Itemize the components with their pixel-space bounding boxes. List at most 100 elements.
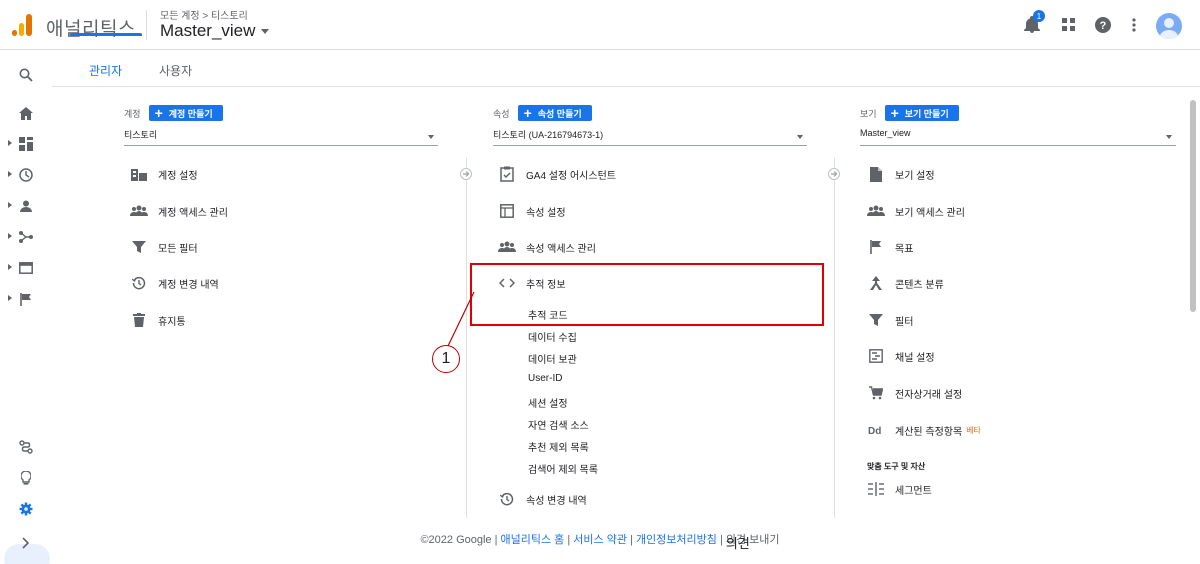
notifications-bell-icon[interactable]: 1 xyxy=(1022,10,1045,35)
checklist-icon xyxy=(498,165,516,183)
property-settings-item[interactable]: 속성 설정 xyxy=(498,200,566,222)
view-selector[interactable]: Master_view xyxy=(160,21,270,41)
ecommerce-settings-item[interactable]: 전자상거래 설정 xyxy=(867,382,962,404)
apps-grid-icon[interactable] xyxy=(1059,15,1079,35)
expand-arrow-icon xyxy=(8,233,12,239)
create-property-button[interactable]: + 속성 만들기 xyxy=(517,105,592,121)
segments-label: 세그먼트 xyxy=(895,485,932,497)
view-settings-item[interactable]: 보기 설정 xyxy=(867,163,935,185)
data-retention-link[interactable]: 데이터 보관 xyxy=(528,351,577,366)
property-change-history-item[interactable]: 속성 변경 내역 xyxy=(498,488,587,510)
ecommerce-settings-label: 전자상거래 설정 xyxy=(895,389,963,401)
account-change-history-label: 계정 변경 내역 xyxy=(158,279,219,291)
content-grouping-item[interactable]: 콘텐츠 분류 xyxy=(867,272,944,294)
property-access-item[interactable]: 속성 액세스 관리 xyxy=(498,236,596,258)
privacy-link[interactable]: 개인정보처리방침 xyxy=(636,534,717,546)
calculated-metrics-item[interactable]: Dd 계산된 측정항목 베타 xyxy=(867,419,981,441)
footer-separator: | xyxy=(564,534,574,546)
scrollbar-thumb[interactable] xyxy=(1190,100,1196,312)
data-collection-link[interactable]: 데이터 수집 xyxy=(528,329,577,344)
attribution-icon[interactable] xyxy=(0,433,52,461)
breadcrumb[interactable]: 모든 계정 > 티스토리 xyxy=(160,7,248,22)
building-icon xyxy=(130,165,148,183)
goals-item[interactable]: 목표 xyxy=(867,236,913,258)
account-dropdown[interactable]: 티스토리 xyxy=(124,128,438,146)
account-avatar[interactable] xyxy=(1156,13,1182,39)
home-icon[interactable] xyxy=(0,99,52,127)
caret-down-icon xyxy=(1166,135,1172,139)
view-dropdown[interactable]: Master_view xyxy=(860,128,1176,146)
view-selector-label: Master_view xyxy=(160,21,256,40)
property-column-header: 속성 + 속성 만들기 xyxy=(493,105,592,121)
trash-item[interactable]: 휴지통 xyxy=(130,309,186,331)
move-arrow-icon[interactable] xyxy=(828,168,840,180)
property-dropdown[interactable]: 티스토리 (UA-216794673-1) xyxy=(493,128,807,146)
footer-separator: | xyxy=(491,534,501,546)
property-dropdown-value: 티스토리 (UA-216794673-1) xyxy=(493,130,604,140)
channel-icon xyxy=(867,347,885,365)
account-access-item[interactable]: 계정 액세스 관리 xyxy=(130,200,228,222)
caret-down-icon xyxy=(428,135,434,139)
admin-tabs: 관리자 사용자 xyxy=(52,51,1200,87)
plus-icon: + xyxy=(523,105,532,121)
view-access-item[interactable]: 보기 액세스 관리 xyxy=(867,200,965,222)
tab-admin[interactable]: 관리자 xyxy=(89,62,122,79)
column-divider xyxy=(834,158,835,518)
trash-label: 휴지통 xyxy=(158,316,186,328)
channel-settings-item[interactable]: 채널 설정 xyxy=(867,345,935,367)
terms-link[interactable]: 서비스 약관 xyxy=(573,534,627,546)
view-dropdown-value: Master_view xyxy=(860,128,911,138)
people-icon xyxy=(130,202,148,220)
feedback-overlay-text: 의견 xyxy=(725,536,750,551)
tab-users[interactable]: 사용자 xyxy=(159,62,192,79)
all-filters-label: 모든 필터 xyxy=(158,243,198,255)
conversions-flag-icon[interactable] xyxy=(0,285,52,313)
account-column-header: 계정 + 계정 만들기 xyxy=(124,105,223,121)
expand-arrow-icon xyxy=(8,295,12,301)
behavior-icon[interactable] xyxy=(0,254,52,282)
referral-exclusion-link[interactable]: 추천 제외 목록 xyxy=(528,439,589,454)
customization-icon[interactable] xyxy=(0,130,52,158)
search-term-exclusion-link[interactable]: 검색어 제외 목록 xyxy=(528,461,598,476)
more-vert-icon[interactable] xyxy=(1124,15,1144,35)
feedback-link[interactable]: 의견 의견 보내기 xyxy=(726,534,780,551)
view-settings-label: 보기 설정 xyxy=(895,170,935,182)
help-icon[interactable]: ? xyxy=(1093,15,1113,35)
svg-text:?: ? xyxy=(1100,20,1107,32)
move-arrow-icon[interactable] xyxy=(460,168,472,180)
history-icon xyxy=(130,274,148,292)
ga4-setup-assistant-item[interactable]: GA4 설정 어시스턴트 xyxy=(498,163,616,185)
acquisition-icon[interactable] xyxy=(0,223,52,251)
user-id-link[interactable]: User-ID xyxy=(528,373,562,384)
left-nav-rail xyxy=(0,51,52,564)
highlight-box xyxy=(470,263,824,326)
create-view-label: 보기 만들기 xyxy=(904,108,949,119)
analytics-home-link[interactable]: 애널리틱스 홈 xyxy=(501,534,565,546)
discover-lightbulb-icon[interactable] xyxy=(0,464,52,492)
view-filters-item[interactable]: 필터 xyxy=(867,309,913,331)
plus-icon: + xyxy=(890,105,899,121)
admin-gear-icon[interactable] xyxy=(0,495,52,523)
app-name: 애널리틱스 xyxy=(46,19,136,40)
document-icon xyxy=(867,165,885,183)
analytics-logo[interactable] xyxy=(12,14,34,36)
realtime-clock-icon[interactable] xyxy=(0,161,52,189)
segments-item[interactable]: 세그먼트 xyxy=(867,478,932,500)
organic-search-sources-link[interactable]: 자연 검색 소스 xyxy=(528,417,589,432)
footer-separator: | xyxy=(716,534,726,546)
create-account-button[interactable]: + 계정 만들기 xyxy=(148,105,223,121)
audience-person-icon[interactable] xyxy=(0,192,52,220)
account-access-label: 계정 액세스 관리 xyxy=(158,207,228,219)
view-column-header: 보기 + 보기 만들기 xyxy=(860,105,959,121)
ga4-setup-assistant-label: GA4 설정 어시스턴트 xyxy=(526,170,616,182)
expand-arrow-icon xyxy=(8,140,12,146)
account-settings-item[interactable]: 계정 설정 xyxy=(130,163,198,185)
all-filters-item[interactable]: 모든 필터 xyxy=(130,236,198,258)
search-icon[interactable] xyxy=(0,61,52,89)
custom-tools-heading: 맞춤 도구 및 자산 xyxy=(867,462,926,471)
account-change-history-item[interactable]: 계정 변경 내역 xyxy=(130,272,219,294)
session-settings-link[interactable]: 세션 설정 xyxy=(528,395,568,410)
plus-icon: + xyxy=(154,105,163,121)
create-view-button[interactable]: + 보기 만들기 xyxy=(884,105,959,121)
footer: ©2022 Google | 애널리틱스 홈 | 서비스 약관 | 개인정보처리… xyxy=(0,531,1200,551)
